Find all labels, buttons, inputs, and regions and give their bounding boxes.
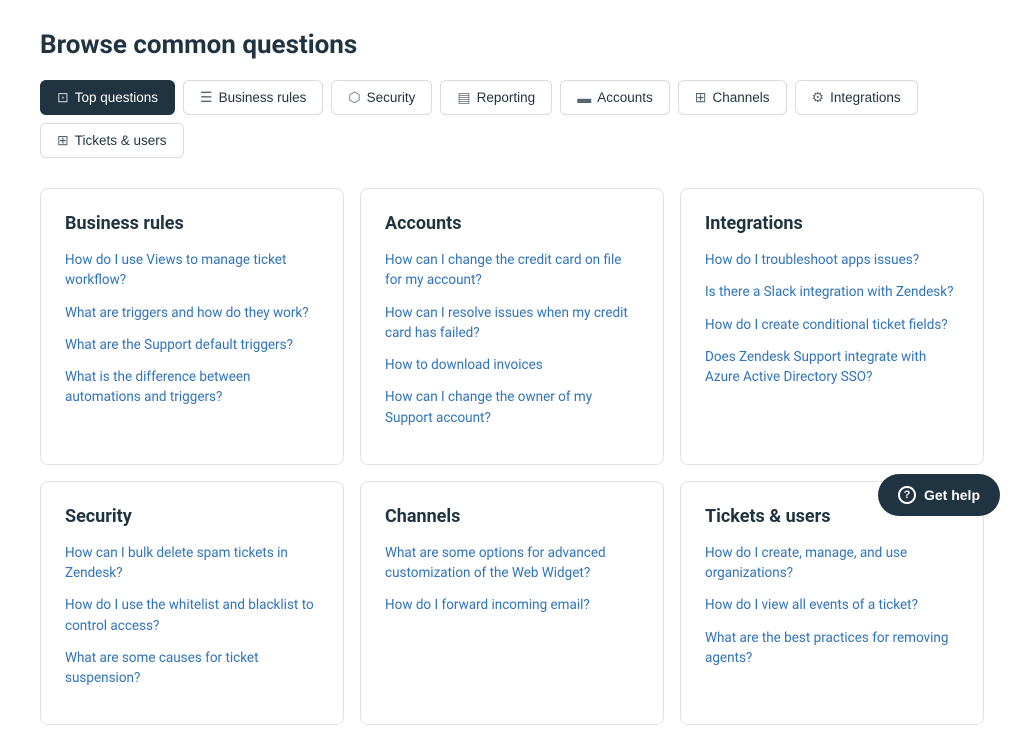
security-tab-icon: ⬡	[348, 89, 360, 106]
card-security: Security How can I bulk delete spam ticke…	[40, 481, 344, 726]
tab-channels[interactable]: ⊞ Channels	[678, 80, 787, 115]
card-link[interactable]: How can I resolve issues when my credit …	[385, 303, 639, 344]
tab-accounts[interactable]: ▬ Accounts	[560, 80, 670, 115]
tab-reporting[interactable]: ▤ Reporting	[440, 80, 552, 115]
card-link[interactable]: How do I forward incoming email?	[385, 595, 639, 615]
card-integrations-title: Integrations	[705, 213, 959, 234]
card-link[interactable]: Does Zendesk Support integrate with Azur…	[705, 347, 959, 388]
card-link[interactable]: How do I view all events of a ticket?	[705, 595, 959, 615]
card-link[interactable]: How can I change the credit card on file…	[385, 250, 639, 291]
reporting-tab-icon: ▤	[457, 89, 470, 106]
card-link[interactable]: How can I bulk delete spam tickets in Ze…	[65, 543, 319, 584]
card-link[interactable]: What are the Support default triggers?	[65, 335, 319, 355]
tab-integrations[interactable]: ⚙ Integrations	[795, 80, 918, 115]
card-integrations: Integrations How do I troubleshoot apps i…	[680, 188, 984, 465]
channels-tab-icon: ⊞	[695, 89, 707, 106]
integrations-tab-icon: ⚙	[812, 89, 825, 106]
top-questions-tab-icon: ⊡	[57, 89, 69, 106]
get-help-button[interactable]: ? Get help	[878, 474, 1000, 516]
card-link[interactable]: How do I use Views to manage ticket work…	[65, 250, 319, 291]
get-help-label: Get help	[924, 487, 980, 503]
tab-tickets-users-label: Tickets & users	[75, 133, 167, 148]
card-security-title: Security	[65, 506, 319, 527]
card-link[interactable]: What are some causes for ticket suspensi…	[65, 648, 319, 689]
card-link[interactable]: What are some options for advanced custo…	[385, 543, 639, 584]
card-link[interactable]: How do I create conditional ticket field…	[705, 315, 959, 335]
card-tickets-users: Tickets & usersHow do I create, manage, …	[680, 481, 984, 726]
card-channels-title: Channels	[385, 506, 639, 527]
tab-business-rules-label: Business rules	[219, 90, 307, 105]
card-accounts: Accounts How can I change the credit card…	[360, 188, 664, 465]
card-link[interactable]: How do I create, manage, and use organiz…	[705, 543, 959, 584]
card-link[interactable]: What are the best practices for removing…	[705, 628, 959, 669]
card-link[interactable]: What is the difference between automatio…	[65, 367, 319, 408]
tickets-users-tab-icon: ⊞	[57, 132, 69, 149]
card-link[interactable]: How to download invoices	[385, 355, 639, 375]
card-channels: Channels What are some options for advanc…	[360, 481, 664, 726]
card-business-rules-title: Business rules	[65, 213, 319, 234]
tab-integrations-label: Integrations	[830, 90, 901, 105]
card-business-rules: Business rules How do I use Views to mana…	[40, 188, 344, 465]
card-accounts-title: Accounts	[385, 213, 639, 234]
business-rules-tab-icon: ☰	[200, 89, 213, 106]
help-circle-icon: ?	[898, 486, 916, 504]
tab-top-questions[interactable]: ⊡ Top questions	[40, 80, 175, 115]
tab-security[interactable]: ⬡ Security	[331, 80, 432, 115]
card-link[interactable]: What are triggers and how do they work?	[65, 303, 319, 323]
tab-reporting-label: Reporting	[477, 90, 536, 105]
tab-accounts-label: Accounts	[597, 90, 653, 105]
card-link[interactable]: How do I troubleshoot apps issues?	[705, 250, 959, 270]
tab-channels-label: Channels	[712, 90, 769, 105]
card-link[interactable]: How do I use the whitelist and blacklist…	[65, 595, 319, 636]
tab-security-label: Security	[367, 90, 416, 105]
tab-tickets-users[interactable]: ⊞ Tickets & users	[40, 123, 184, 158]
accounts-tab-icon: ▬	[577, 90, 591, 106]
tabs-container: ⊡ Top questions ☰ Business rules ⬡ Security ▤ R…	[40, 80, 984, 158]
card-link[interactable]: Is there a Slack integration with Zendes…	[705, 282, 959, 302]
cards-grid: Business rules How do I use Views to mana…	[40, 188, 984, 725]
tab-business-rules[interactable]: ☰ Business rules	[183, 80, 323, 115]
card-link[interactable]: How can I change the owner of my Support…	[385, 387, 639, 428]
page-title: Browse common questions	[40, 30, 984, 60]
tab-top-questions-label: Top questions	[75, 90, 158, 105]
